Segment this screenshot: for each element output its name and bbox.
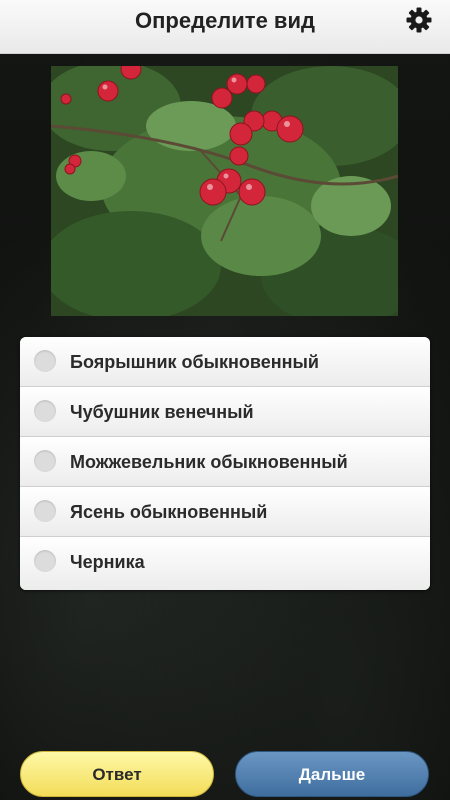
answer-option-label: Боярышник обыкновенный — [70, 352, 319, 372]
answer-option-label: Чубушник венечный — [70, 402, 254, 422]
radio-button[interactable] — [34, 400, 56, 422]
answer-button[interactable]: Ответ — [20, 751, 214, 797]
answer-option-label: Можжевельник обыкновенный — [70, 452, 348, 472]
species-photo — [51, 66, 398, 316]
gear-icon — [406, 7, 432, 33]
answer-option-label: Черника — [70, 552, 145, 572]
settings-button[interactable] — [405, 6, 433, 34]
next-button[interactable]: Дальше — [235, 751, 429, 797]
answer-option[interactable]: Ясень обыкновенный — [20, 487, 430, 537]
answer-options-list: Боярышник обыкновенный Чубушник венечный… — [20, 337, 430, 590]
answer-option[interactable]: Черника — [20, 537, 430, 590]
answer-option-label: Ясень обыкновенный — [70, 502, 268, 522]
radio-button[interactable] — [34, 550, 56, 572]
radio-button[interactable] — [34, 500, 56, 522]
answer-option[interactable]: Чубушник венечный — [20, 387, 430, 437]
page-title: Определите вид — [135, 8, 315, 33]
radio-button[interactable] — [34, 350, 56, 372]
answer-option[interactable]: Боярышник обыкновенный — [20, 337, 430, 387]
header-bar: Определите вид — [0, 0, 450, 54]
answer-option[interactable]: Можжевельник обыкновенный — [20, 437, 430, 487]
radio-button[interactable] — [34, 450, 56, 472]
